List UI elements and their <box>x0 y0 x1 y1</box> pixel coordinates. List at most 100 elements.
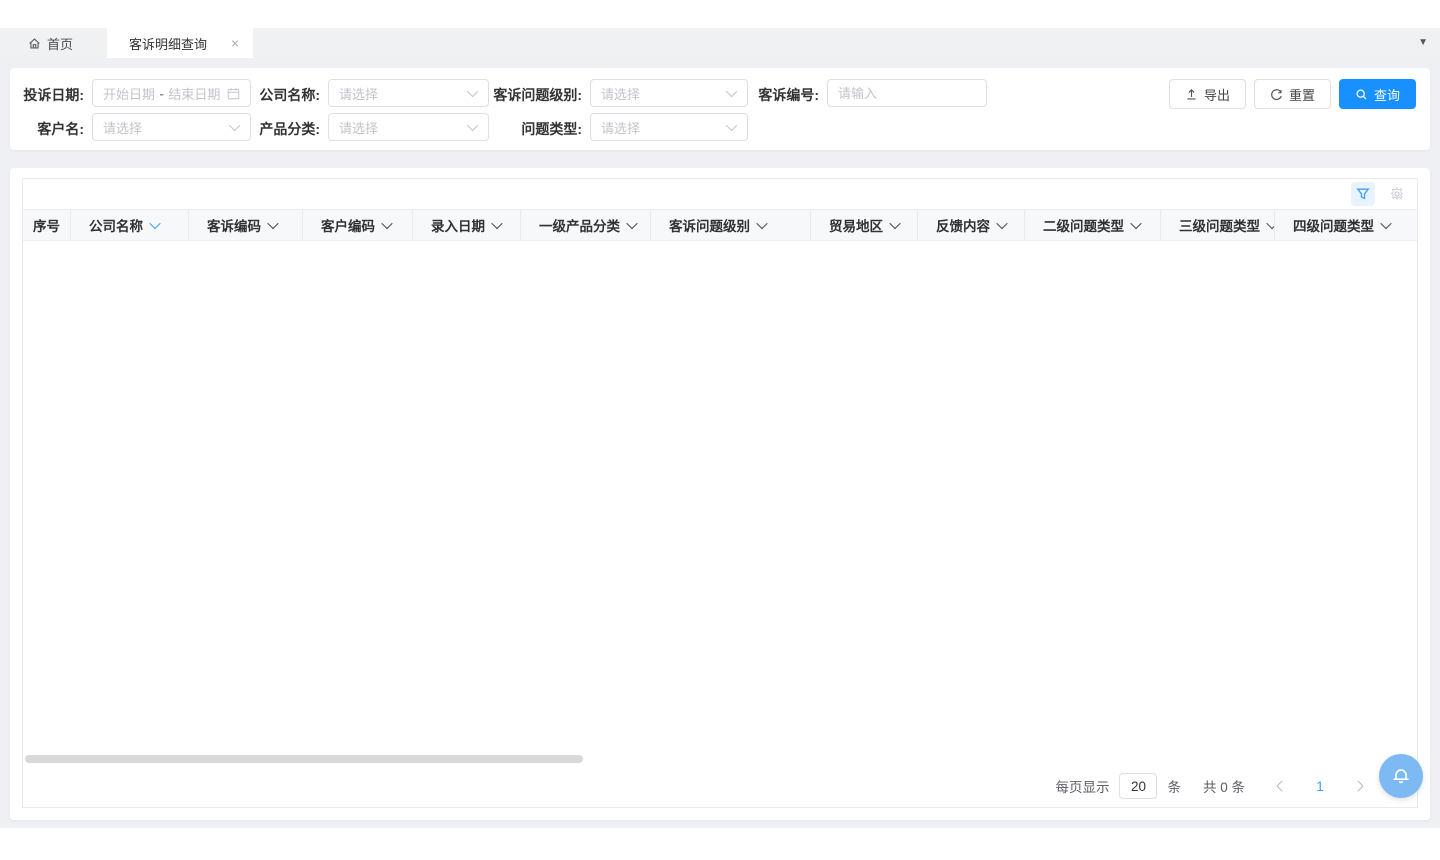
customer-name-field: 客户名: 请选择 <box>92 113 251 141</box>
sort-chevron-icon[interactable] <box>996 218 1007 229</box>
chevron-left-icon <box>1276 780 1287 791</box>
column-header[interactable]: 一级产品分类 <box>521 210 651 240</box>
sort-chevron-icon[interactable] <box>149 218 160 229</box>
refresh-icon <box>1270 88 1283 101</box>
tab-bar: 首页 客诉明细查询 × ▼ <box>0 28 1440 58</box>
column-header[interactable]: 公司名称 <box>71 210 189 240</box>
company-name-field: 公司名称: 请选择 <box>328 79 489 107</box>
date-end-placeholder: 结束日期 <box>168 84 220 103</box>
sort-chevron-icon[interactable] <box>267 218 278 229</box>
tab-active-label: 客诉明细查询 <box>129 34 207 53</box>
page-size-prefix: 每页显示 <box>1055 776 1109 796</box>
tab-complaint-query[interactable]: 客诉明细查询 × <box>107 28 253 58</box>
column-header[interactable]: 客诉问题级别 <box>651 210 811 240</box>
column-label: 贸易地区 <box>829 215 883 235</box>
column-header[interactable]: 客户编码 <box>303 210 413 240</box>
issue-level-field: 客诉问题级别: 请选择 <box>590 79 748 107</box>
table-toolbar <box>23 179 1417 209</box>
column-header[interactable]: 录入日期 <box>413 210 521 240</box>
issue-type-placeholder: 请选择 <box>601 118 640 137</box>
product-category-select[interactable]: 请选择 <box>328 113 489 141</box>
company-name-label: 公司名称: <box>259 85 320 105</box>
complaint-no-label: 客诉编号: <box>758 85 819 105</box>
issue-level-select[interactable]: 请选择 <box>590 79 748 107</box>
results-panel: 序号 公司名称 客诉编码 客户编码录入日期一级产品分类客诉问题级别 贸易地区 反馈内容 二级… <box>10 168 1430 820</box>
export-icon <box>1185 88 1198 101</box>
issue-level-placeholder: 请选择 <box>601 84 640 103</box>
table-container: 序号 公司名称 客诉编码 客户编码录入日期一级产品分类客诉问题级别 贸易地区 反馈内容 二级… <box>22 178 1418 808</box>
current-page[interactable]: 1 <box>1305 779 1335 794</box>
sort-chevron-icon[interactable] <box>381 218 392 229</box>
chevron-down-icon <box>726 120 737 131</box>
horizontal-scrollbar[interactable] <box>25 755 583 763</box>
company-name-placeholder: 请选择 <box>339 84 378 103</box>
reset-label: 重置 <box>1289 85 1315 104</box>
page-size-input[interactable] <box>1119 773 1157 799</box>
pagination: 每页显示 条 共 0 条 1 <box>23 765 1417 807</box>
column-label: 客诉问题级别 <box>669 215 750 235</box>
column-label: 序号 <box>33 215 60 235</box>
column-label: 客诉编码 <box>207 215 261 235</box>
date-separator: - <box>160 86 164 101</box>
complaint-no-input[interactable] <box>827 79 987 107</box>
reset-button[interactable]: 重置 <box>1254 79 1331 109</box>
search-label: 查询 <box>1374 85 1400 104</box>
sort-chevron-icon[interactable] <box>1130 218 1141 229</box>
issue-type-label: 问题类型: <box>521 119 582 139</box>
column-label: 四级问题类型 <box>1293 215 1374 235</box>
filter-funnel-button[interactable] <box>1351 182 1375 206</box>
chevron-down-icon <box>467 120 478 131</box>
column-header[interactable]: 四级问题类型 <box>1275 210 1414 240</box>
sort-chevron-icon[interactable] <box>626 218 637 229</box>
sort-chevron-icon[interactable] <box>1380 218 1391 229</box>
calendar-icon <box>227 87 240 100</box>
search-icon <box>1355 88 1368 101</box>
customer-name-placeholder: 请选择 <box>103 118 142 137</box>
column-label: 反馈内容 <box>936 215 990 235</box>
tab-home-label: 首页 <box>47 34 73 53</box>
issue-type-select[interactable]: 请选择 <box>590 113 748 141</box>
export-label: 导出 <box>1204 85 1230 104</box>
next-page-button[interactable] <box>1345 773 1371 799</box>
export-button[interactable]: 导出 <box>1169 79 1246 109</box>
table-body <box>23 241 1417 765</box>
tab-home[interactable]: 首页 <box>12 28 89 58</box>
column-header[interactable]: 贸易地区 <box>811 210 918 240</box>
column-label: 三级问题类型 <box>1179 215 1260 235</box>
sort-chevron-icon[interactable] <box>756 218 767 229</box>
date-start-placeholder: 开始日期 <box>103 84 155 103</box>
issue-level-label: 客诉问题级别: <box>493 85 582 105</box>
product-category-field: 产品分类: 请选择 <box>328 113 489 141</box>
column-header[interactable]: 三级问题类型 <box>1161 210 1275 240</box>
complaint-date-range-input[interactable]: 开始日期 - 结束日期 <box>92 79 251 107</box>
column-header[interactable]: 反馈内容 <box>918 210 1025 240</box>
tab-options-caret-icon[interactable]: ▼ <box>1418 37 1428 48</box>
filter-panel: 投诉日期: 开始日期 - 结束日期 公司名称: 请选择 客诉问题级别: <box>10 68 1430 150</box>
complaint-date-field: 投诉日期: 开始日期 - 结束日期 <box>92 79 251 107</box>
sort-chevron-icon[interactable] <box>889 218 900 229</box>
customer-name-label: 客户名: <box>37 119 84 139</box>
column-label: 公司名称 <box>89 215 143 235</box>
chevron-down-icon <box>467 86 478 97</box>
bell-icon <box>1390 765 1412 787</box>
customer-name-select[interactable]: 请选择 <box>92 113 251 141</box>
search-button[interactable]: 查询 <box>1339 79 1416 109</box>
column-header[interactable]: 二级问题类型 <box>1025 210 1161 240</box>
page-size-suffix: 条 <box>1167 776 1181 796</box>
product-category-placeholder: 请选择 <box>339 118 378 137</box>
sort-chevron-icon[interactable] <box>1266 218 1275 229</box>
close-tab-icon[interactable]: × <box>231 36 239 50</box>
prev-page-button[interactable] <box>1269 773 1295 799</box>
complaint-date-label: 投诉日期: <box>23 85 84 105</box>
column-header[interactable]: 客诉编码 <box>189 210 303 240</box>
notification-fab[interactable] <box>1379 754 1423 798</box>
column-settings-button[interactable] <box>1385 182 1409 206</box>
filter-actions: 导出 重置 查询 <box>1169 79 1416 109</box>
complaint-no-field: 客诉编号: <box>827 79 987 107</box>
home-icon <box>28 37 41 50</box>
product-category-label: 产品分类: <box>259 119 320 139</box>
chevron-right-icon <box>1352 780 1363 791</box>
sort-chevron-icon[interactable] <box>491 218 502 229</box>
column-label: 二级问题类型 <box>1043 215 1124 235</box>
company-name-select[interactable]: 请选择 <box>328 79 489 107</box>
